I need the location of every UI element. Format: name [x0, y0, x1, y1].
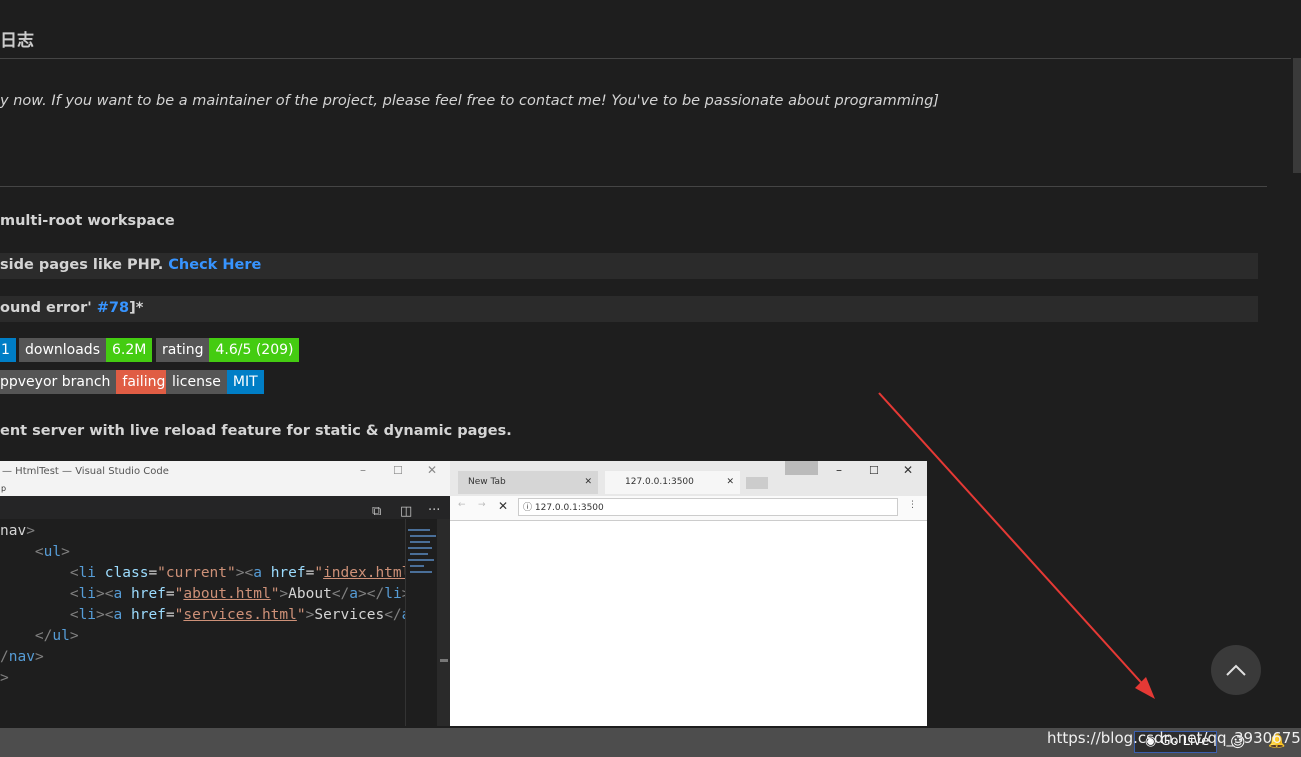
- error-text: ound error': [0, 300, 97, 316]
- appveyor-badge[interactable]: ppveyor branch failing: [0, 370, 172, 394]
- tab-close-icon: ✕: [584, 477, 592, 487]
- page-title: 日志: [0, 31, 34, 51]
- scrollbar-thumb[interactable]: [1293, 58, 1301, 173]
- intro-text: y now. If you want to be a maintainer of…: [0, 93, 939, 109]
- watermark: https://blog.csdn.net/qq_39306750: [1047, 729, 1301, 747]
- code-line: <li><a href="about.html">About</a></li>: [69, 586, 411, 602]
- badge-value: MIT: [226, 370, 264, 394]
- close-icon: ✕: [427, 463, 438, 477]
- editor-scrollbar: [437, 519, 450, 726]
- back-icon: ←: [458, 500, 466, 510]
- code-line: </ul>: [34, 628, 79, 644]
- minimap: [405, 519, 438, 726]
- error-suffix: ]*: [129, 300, 144, 316]
- badge-value: 1: [0, 338, 16, 362]
- tab-close-icon: ✕: [726, 477, 734, 487]
- split-editor-icon: ◫: [400, 504, 413, 519]
- tab-label: New Tab: [468, 477, 506, 487]
- version-badge[interactable]: 1: [0, 338, 16, 362]
- header-divider: [0, 58, 1301, 59]
- code-line: <ul>: [34, 544, 70, 560]
- profile-icon: [785, 461, 818, 475]
- chevron-up-icon: [1226, 664, 1246, 676]
- browser-toolbar: ← → ✕ ⓘ 127.0.0.1:3500 ⋮: [450, 496, 927, 521]
- forward-icon: →: [478, 500, 486, 510]
- badge-value: 6.2M: [106, 338, 153, 362]
- code-line: >: [0, 670, 9, 686]
- more-actions-icon: ···: [428, 503, 441, 518]
- rating-badge[interactable]: rating 4.6/5 (209): [156, 338, 300, 362]
- badge-label: rating: [156, 338, 210, 362]
- error-band: [0, 296, 1258, 322]
- badge-value: 4.6/5 (209): [209, 338, 300, 362]
- description-line: ent server with live reload feature for …: [0, 423, 512, 439]
- section-divider: [0, 186, 1267, 187]
- browser-tabbar: New Tab ✕ 127.0.0.1:3500 ✕ – ☐ ✕: [450, 461, 927, 496]
- annotation-arrow: [878, 392, 1155, 699]
- demo-image: — HtmlTest — Visual Studio Code – ☐ ✕ p …: [0, 461, 927, 726]
- minimize-icon: –: [836, 463, 842, 477]
- error-line: ound error' #78]*: [0, 300, 143, 316]
- code-line: nav>: [0, 523, 35, 539]
- license-badge[interactable]: license MIT: [166, 370, 264, 394]
- new-tab-icon: [746, 477, 768, 489]
- browser-tab-localhost: 127.0.0.1:3500 ✕: [605, 471, 740, 494]
- badge-label: downloads: [19, 338, 106, 362]
- multi-root-line: multi-root workspace: [0, 213, 175, 229]
- stop-icon: ✕: [498, 499, 509, 513]
- badge-label: ppveyor branch: [0, 370, 117, 394]
- vscode-title: — HtmlTest — Visual Studio Code: [2, 466, 169, 477]
- vscode-menubar: p: [0, 484, 450, 496]
- code-editor: nav> <ul> <li class="current"><a href="i…: [0, 519, 450, 726]
- server-side-text: side pages like PHP.: [0, 257, 169, 273]
- minimize-icon: –: [360, 463, 366, 477]
- downloads-badge[interactable]: downloads 6.2M: [19, 338, 153, 362]
- address-text: 127.0.0.1:3500: [534, 503, 604, 513]
- maximize-icon: ☐: [393, 464, 403, 477]
- back-to-top-button[interactable]: [1211, 645, 1261, 695]
- issue-78-link[interactable]: #78: [97, 300, 129, 316]
- open-preview-icon: ⧉: [372, 504, 382, 519]
- badge-value: failing: [116, 370, 172, 394]
- info-icon: ⓘ: [523, 503, 535, 513]
- vscode-menu: p: [1, 484, 7, 493]
- code-line: /nav>: [0, 649, 44, 665]
- badge-label: license: [166, 370, 227, 394]
- server-side-line: side pages like PHP. Check Here: [0, 257, 261, 273]
- code-line: <li><a href="services.html">Services</a>: [69, 607, 419, 623]
- browser-tab-newtab: New Tab ✕: [458, 471, 598, 494]
- vscode-titlebar: — HtmlTest — Visual Studio Code – ☐ ✕: [0, 461, 450, 484]
- code-line: <li class="current"><a href="index.html": [69, 565, 419, 581]
- address-bar: ⓘ 127.0.0.1:3500: [518, 498, 898, 516]
- check-here-link[interactable]: Check Here: [168, 257, 261, 273]
- tab-label: 127.0.0.1:3500: [625, 477, 694, 487]
